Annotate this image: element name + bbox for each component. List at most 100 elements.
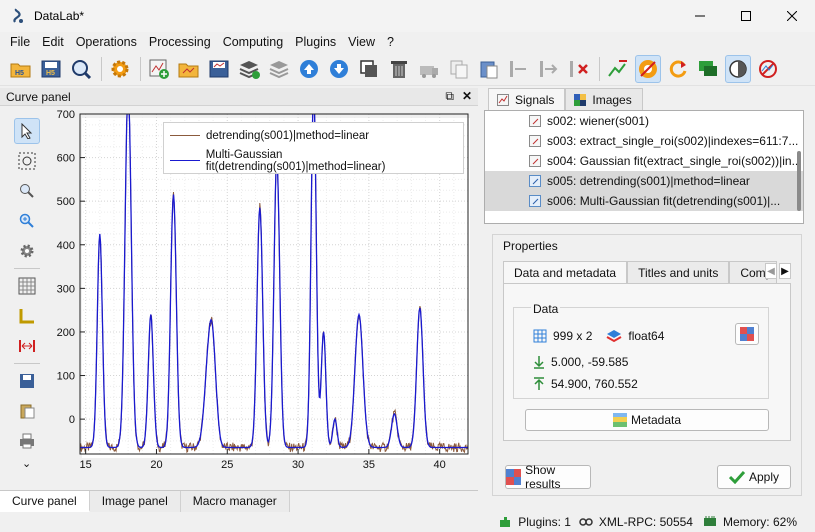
x-tick-label: 35 [363, 459, 375, 470]
signal-icon [529, 195, 541, 207]
select-tool-button[interactable] [14, 118, 40, 144]
datalab-window: DataLab* File Edit Operations Processing… [0, 0, 815, 532]
contrast-icon [729, 59, 747, 78]
plugin-orange-button[interactable] [635, 54, 661, 83]
distance-tool-button[interactable] [14, 333, 40, 359]
save-plot-button[interactable] [14, 368, 40, 394]
speech-button[interactable] [695, 55, 721, 83]
tab-scroll-left-icon[interactable]: ◀ [765, 263, 777, 279]
shape-value: 999 x 2 [553, 329, 593, 343]
min-value: 5.000, -59.585 [551, 355, 629, 369]
link-icon [579, 518, 593, 526]
no-signal-button[interactable] [755, 55, 781, 83]
minimize-icon [695, 15, 705, 17]
delete-metadata-button[interactable] [605, 55, 631, 83]
zoom-rect-icon [18, 152, 36, 170]
refresh-button[interactable] [665, 55, 691, 83]
signal-item[interactable]: s003: extract_single_roi(s002)|indexes=6… [485, 131, 803, 151]
window-controls [677, 0, 815, 32]
tools-separator [14, 268, 40, 269]
signal-icon [529, 135, 541, 147]
data-group-title: Data [531, 302, 561, 316]
signal-item[interactable]: s004: Gaussian fit(extract_single_roi(s0… [485, 151, 803, 171]
print-plot-button[interactable] [14, 428, 40, 454]
signal-icon [529, 155, 541, 167]
axes-tool-button[interactable] [14, 303, 40, 329]
datalab-logo-icon [13, 8, 23, 23]
save-icon [20, 374, 34, 388]
memory-status: Memory: 62% [722, 515, 797, 529]
signal-item-selected[interactable]: s005: detrending(s001)|method=linear [485, 171, 803, 191]
signal-label: s003: extract_single_roi(s002)|indexes=6… [547, 134, 799, 148]
add-roi-button[interactable] [536, 55, 562, 83]
scrollbar-thumb[interactable] [797, 151, 801, 211]
tab-images[interactable]: Images [565, 88, 643, 110]
array-view-button[interactable] [735, 323, 759, 345]
legend-entry: Multi-Gaussian fit(detrending(s001)|meth… [164, 148, 463, 173]
plugin-orange-icon [639, 59, 657, 78]
grid-icon [18, 277, 36, 295]
menu-file[interactable]: File [4, 32, 36, 52]
remove-all-button[interactable] [566, 55, 592, 83]
dtype-layers-icon [606, 330, 622, 343]
copy-plot-button[interactable] [14, 398, 40, 424]
properties-title: Properties [501, 239, 560, 253]
tools-separator [14, 363, 40, 364]
show-results-button[interactable]: Show results [505, 463, 591, 491]
tab-macro-manager[interactable]: Macro manager [180, 491, 290, 512]
plot-legend[interactable]: detrending(s001)|method=linear Multi-Gau… [163, 122, 464, 174]
tab-curve-panel[interactable]: Curve panel [0, 491, 90, 512]
legend-entry: detrending(s001)|method=linear [164, 123, 463, 148]
y-tick-label: 700 [57, 109, 75, 121]
images-icon [574, 93, 587, 106]
signal-tree[interactable]: s002: wiener(s001) s003: extract_single_… [484, 110, 804, 224]
zoom-out-icon [20, 184, 34, 198]
grid-tool-button[interactable] [14, 273, 40, 299]
apply-button[interactable]: Apply [717, 465, 791, 489]
y-tick-label: 300 [57, 283, 75, 295]
tab-signals[interactable]: Signals [488, 88, 566, 110]
tab-image-panel[interactable]: Image panel [89, 491, 181, 512]
svg-text:H5: H5 [15, 70, 24, 77]
close-window-button[interactable] [769, 0, 815, 32]
axes-icon [19, 309, 34, 324]
tab-titles-and-units[interactable]: Titles and units [627, 261, 730, 283]
apply-label: Apply [748, 470, 780, 484]
right-tab-bar: Signals Images [488, 88, 643, 110]
plugin-icon [500, 517, 511, 527]
delete-metadata-icon [608, 59, 627, 77]
legend-line-blue [170, 160, 200, 161]
open-h5-button[interactable]: H5 [8, 55, 34, 83]
contrast-button[interactable] [725, 54, 751, 83]
distance-icon [19, 340, 35, 352]
max-row: 54.900, 760.552 [533, 377, 638, 391]
y-tick-label: 500 [57, 196, 75, 208]
select-icon [21, 123, 33, 139]
zoom-in-tool-button[interactable] [14, 208, 40, 234]
metadata-icon [612, 413, 627, 427]
signal-item[interactable]: s002: wiener(s001) [485, 111, 803, 131]
y-tick-label: 0 [69, 414, 75, 426]
tab-scroll-arrows: ◀ ▶ [765, 263, 791, 279]
plot-settings-button[interactable] [14, 238, 40, 264]
metadata-button[interactable]: Metadata [525, 409, 769, 431]
x-tick-label: 20 [150, 459, 162, 470]
minimize-button[interactable] [677, 0, 723, 32]
zoom-out-tool-button[interactable] [14, 178, 40, 204]
remove-all-icon [570, 60, 588, 77]
title-bar: DataLab* [0, 0, 815, 32]
signal-item-selected[interactable]: s006: Multi-Gaussian fit(detrending(s001… [485, 191, 803, 211]
maximize-button[interactable] [723, 0, 769, 32]
signal-label: s005: detrending(s001)|method=linear [547, 174, 750, 188]
signal-label: s004: Gaussian fit(extract_single_roi(s0… [547, 154, 802, 168]
shape-row: 999 x 2 float64 [533, 329, 664, 343]
legend-label: Multi-Gaussian fit(detrending(s001)|meth… [205, 148, 386, 173]
tab-data-and-metadata[interactable]: Data and metadata [503, 261, 628, 283]
arrow-down-min-icon [534, 356, 544, 369]
properties-group: Properties Data and metadata Titles and … [492, 234, 802, 496]
plugins-status: Plugins: 1 [518, 515, 571, 529]
memory-icon [703, 516, 716, 526]
tab-scroll-right-icon[interactable]: ▶ [779, 263, 791, 279]
zoom-rect-tool-button[interactable] [14, 148, 40, 174]
tab-signals-label: Signals [515, 92, 555, 107]
